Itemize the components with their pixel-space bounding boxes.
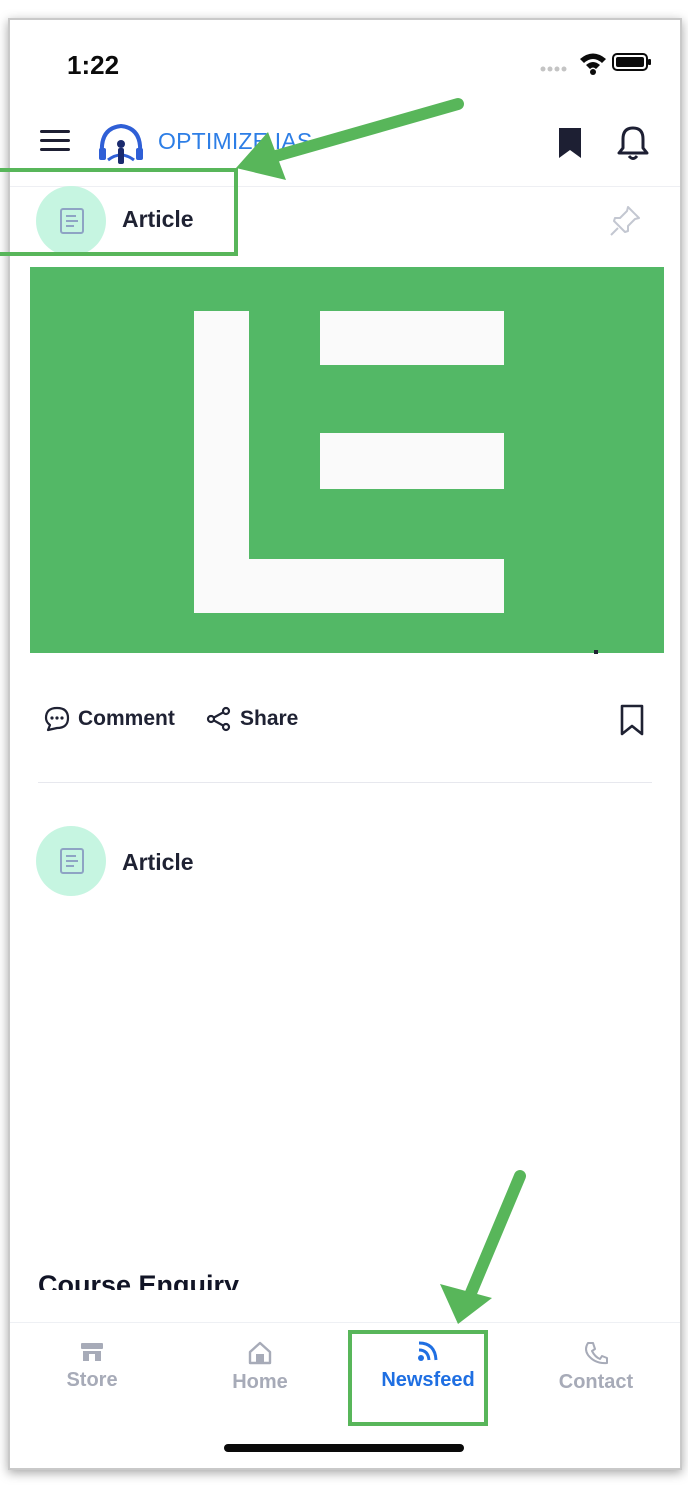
annotation-arrows — [236, 98, 526, 1324]
